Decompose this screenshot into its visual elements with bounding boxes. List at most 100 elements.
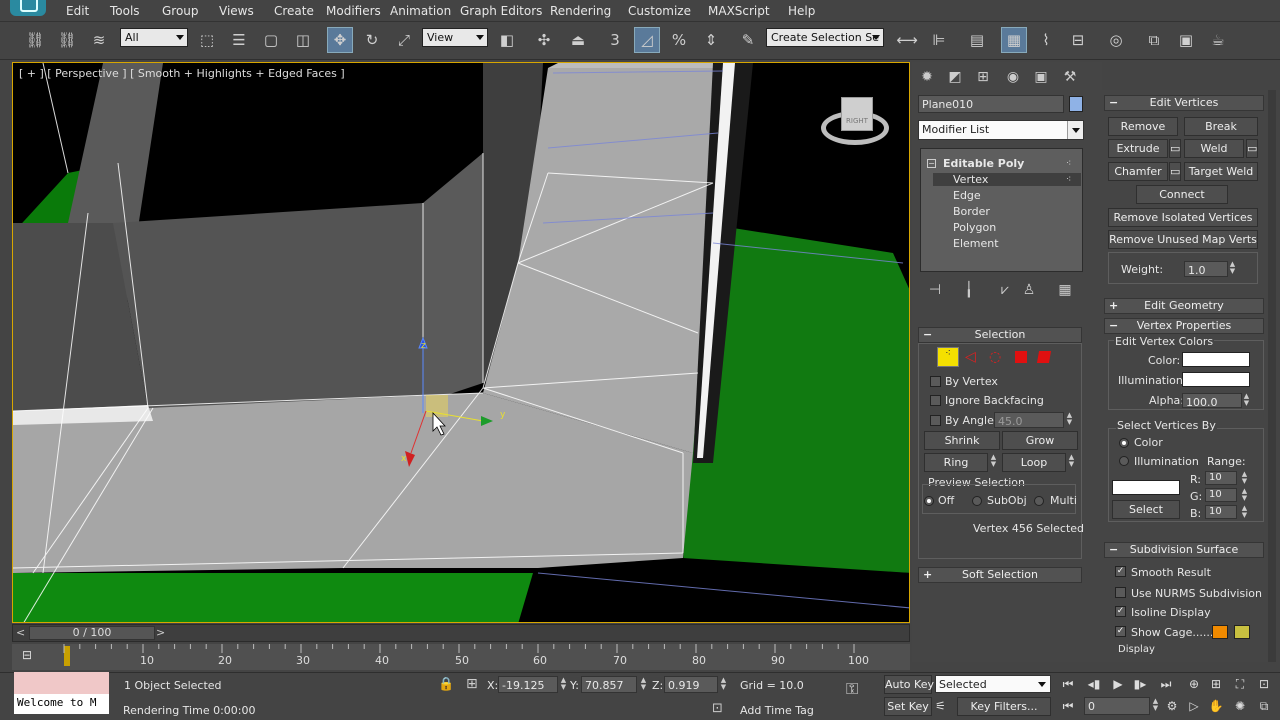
y-coord-field[interactable]: 70.857: [581, 676, 637, 693]
go-to-end-icon[interactable]: ⏭: [1156, 675, 1176, 693]
make-unique-icon[interactable]: ⩗: [994, 279, 1016, 301]
loop-spinner[interactable]: ▲ ▼: [1067, 454, 1076, 470]
bind-spacewarp-icon[interactable]: ≋: [86, 27, 112, 53]
motion-tab-icon[interactable]: ◉: [1002, 66, 1024, 88]
menu-modifiers[interactable]: Modifiers: [326, 4, 381, 18]
use-nurms-checkbox[interactable]: [1115, 587, 1126, 598]
extrude-button[interactable]: Extrude: [1108, 139, 1168, 158]
play-icon[interactable]: ▶: [1108, 675, 1128, 693]
menu-customize[interactable]: Customize: [628, 4, 691, 18]
ignore-backfacing-checkbox[interactable]: [930, 395, 941, 406]
chamfer-settings-icon[interactable]: ▭: [1169, 162, 1181, 181]
x-coord-spinner[interactable]: ▲ ▼: [559, 677, 568, 693]
soft-selection-rollout-header[interactable]: + Soft Selection: [918, 567, 1082, 583]
menu-graph-editors[interactable]: Graph Editors: [460, 4, 542, 18]
shrink-button[interactable]: Shrink: [924, 431, 1000, 450]
maxscript-listener-input[interactable]: [14, 672, 109, 694]
key-icon[interactable]: ⚿: [846, 679, 858, 699]
menu-views[interactable]: Views: [219, 4, 254, 18]
menu-tools[interactable]: Tools: [110, 4, 140, 18]
mirror-icon[interactable]: ⟷: [894, 27, 920, 53]
range-b-spinner[interactable]: ▲ ▼: [1240, 505, 1249, 519]
key-mode-select[interactable]: Selected: [935, 675, 1051, 693]
alpha-spinner[interactable]: ▲ ▼: [1242, 393, 1251, 409]
maxscript-listener-output[interactable]: Welcome to M: [14, 694, 109, 714]
object-color-swatch[interactable]: [1069, 96, 1083, 112]
stack-vertex[interactable]: Vertex: [933, 173, 1081, 186]
smooth-result-checkbox[interactable]: ✓: [1115, 566, 1126, 577]
extrude-settings-icon[interactable]: ▭: [1169, 139, 1181, 158]
field-of-view-icon[interactable]: ▷: [1184, 697, 1204, 715]
target-weld-button[interactable]: Target Weld: [1184, 162, 1258, 181]
collapse-icon[interactable]: −: [927, 159, 936, 168]
object-name-field[interactable]: Plane010: [918, 95, 1064, 113]
app-logo-icon[interactable]: [10, 0, 46, 16]
preview-subobj-radio[interactable]: [972, 496, 982, 506]
schematic-view-icon[interactable]: ⊟: [1065, 27, 1091, 53]
time-slider-thumb[interactable]: 0 / 100: [29, 626, 155, 640]
vertex-mode-icon[interactable]: ⁖: [937, 347, 959, 367]
border-mode-icon[interactable]: ◌: [989, 349, 1001, 365]
hierarchy-tab-icon[interactable]: ⊞: [972, 66, 994, 88]
grow-button[interactable]: Grow: [1002, 431, 1078, 450]
perspective-viewport[interactable]: z y x [ + ] [ Perspective ] [ Smooth + H…: [12, 62, 910, 623]
isoline-display-checkbox[interactable]: ✓: [1115, 606, 1126, 617]
display-tab-icon[interactable]: ▣: [1030, 66, 1052, 88]
render-icon[interactable]: ☕: [1205, 27, 1231, 53]
chamfer-button[interactable]: Chamfer: [1108, 162, 1168, 181]
select-by-name-icon[interactable]: ☰: [226, 27, 252, 53]
time-slider[interactable]: < 0 / 100 >: [12, 624, 910, 642]
snap-toggle-icon[interactable]: 3: [602, 27, 628, 53]
select-button[interactable]: Select: [1112, 500, 1180, 519]
modifier-list-select[interactable]: Modifier List: [918, 120, 1084, 140]
set-key-button[interactable]: Set Key: [884, 697, 932, 716]
named-selection-select[interactable]: Create Selection Se: [766, 28, 884, 47]
ref-coord-select[interactable]: View: [422, 28, 488, 47]
preview-multi-radio[interactable]: [1034, 496, 1044, 506]
menu-help[interactable]: Help: [788, 4, 815, 18]
key-mode-toggle-icon[interactable]: ⏮: [1058, 697, 1078, 715]
time-config-icon[interactable]: ⚙: [1162, 697, 1182, 715]
show-end-result-icon[interactable]: ╽: [958, 279, 980, 301]
range-g-spinner[interactable]: ▲ ▼: [1240, 488, 1249, 502]
alpha-field[interactable]: 100.0: [1182, 393, 1242, 408]
absolute-mode-icon[interactable]: ⊞: [466, 676, 478, 692]
rotate-icon[interactable]: ↻: [359, 27, 385, 53]
current-frame-field[interactable]: 0: [1084, 697, 1150, 715]
percent-snap-icon[interactable]: %: [666, 27, 692, 53]
select-object-icon[interactable]: ⬚: [194, 27, 220, 53]
range-b-field[interactable]: 10: [1205, 505, 1237, 519]
render-setup-icon[interactable]: ⧉: [1141, 27, 1167, 53]
by-angle-checkbox[interactable]: [930, 415, 941, 426]
range-g-field[interactable]: 10: [1205, 488, 1237, 502]
loop-button[interactable]: Loop: [1002, 453, 1066, 472]
stack-editable-poly[interactable]: Editable Poly: [943, 157, 1024, 170]
connect-button[interactable]: Connect: [1136, 185, 1228, 204]
polygon-mode-icon[interactable]: [1015, 351, 1027, 363]
viewport-label[interactable]: [ + ] [ Perspective ] [ Smooth + Highlig…: [19, 67, 345, 80]
utilities-tab-icon[interactable]: ⚒: [1059, 66, 1081, 88]
menu-maxscript[interactable]: MAXScript: [708, 4, 770, 18]
menu-create[interactable]: Create: [274, 4, 314, 18]
time-tag-icon[interactable]: ⊡: [712, 701, 723, 716]
menu-rendering[interactable]: Rendering: [550, 4, 611, 18]
previous-key-icon[interactable]: ◂▮: [1084, 675, 1104, 693]
menu-edit[interactable]: Edit: [66, 4, 89, 18]
pin-stack-icon[interactable]: ⊣: [924, 279, 946, 301]
next-frame-icon[interactable]: >: [156, 626, 165, 639]
element-mode-icon[interactable]: [1036, 351, 1052, 363]
edge-mode-icon[interactable]: ◁: [965, 349, 976, 365]
stack-polygon[interactable]: Polygon: [953, 221, 996, 234]
next-key-icon[interactable]: ▮▸: [1130, 675, 1150, 693]
viewcube-face[interactable]: RIGHT: [841, 97, 873, 131]
maximize-viewport-icon[interactable]: ⧉: [1254, 697, 1274, 715]
modifier-stack[interactable]: − Editable Poly ⁖ Vertex ⁖ Edge Border P…: [920, 148, 1083, 272]
add-time-tag[interactable]: Add Time Tag: [740, 704, 814, 717]
show-cage-checkbox[interactable]: ✓: [1115, 626, 1126, 637]
angle-field[interactable]: 45.0: [994, 412, 1064, 428]
key-filters-button[interactable]: Key Filters...: [957, 697, 1051, 716]
go-to-start-icon[interactable]: ⏮: [1058, 675, 1078, 693]
track-bar[interactable]: ⊟ 10 20 30 40 50 60 70 80 90 100: [12, 644, 910, 670]
select-color-swatch[interactable]: [1112, 480, 1180, 495]
cage-color-1-swatch[interactable]: [1212, 625, 1228, 639]
